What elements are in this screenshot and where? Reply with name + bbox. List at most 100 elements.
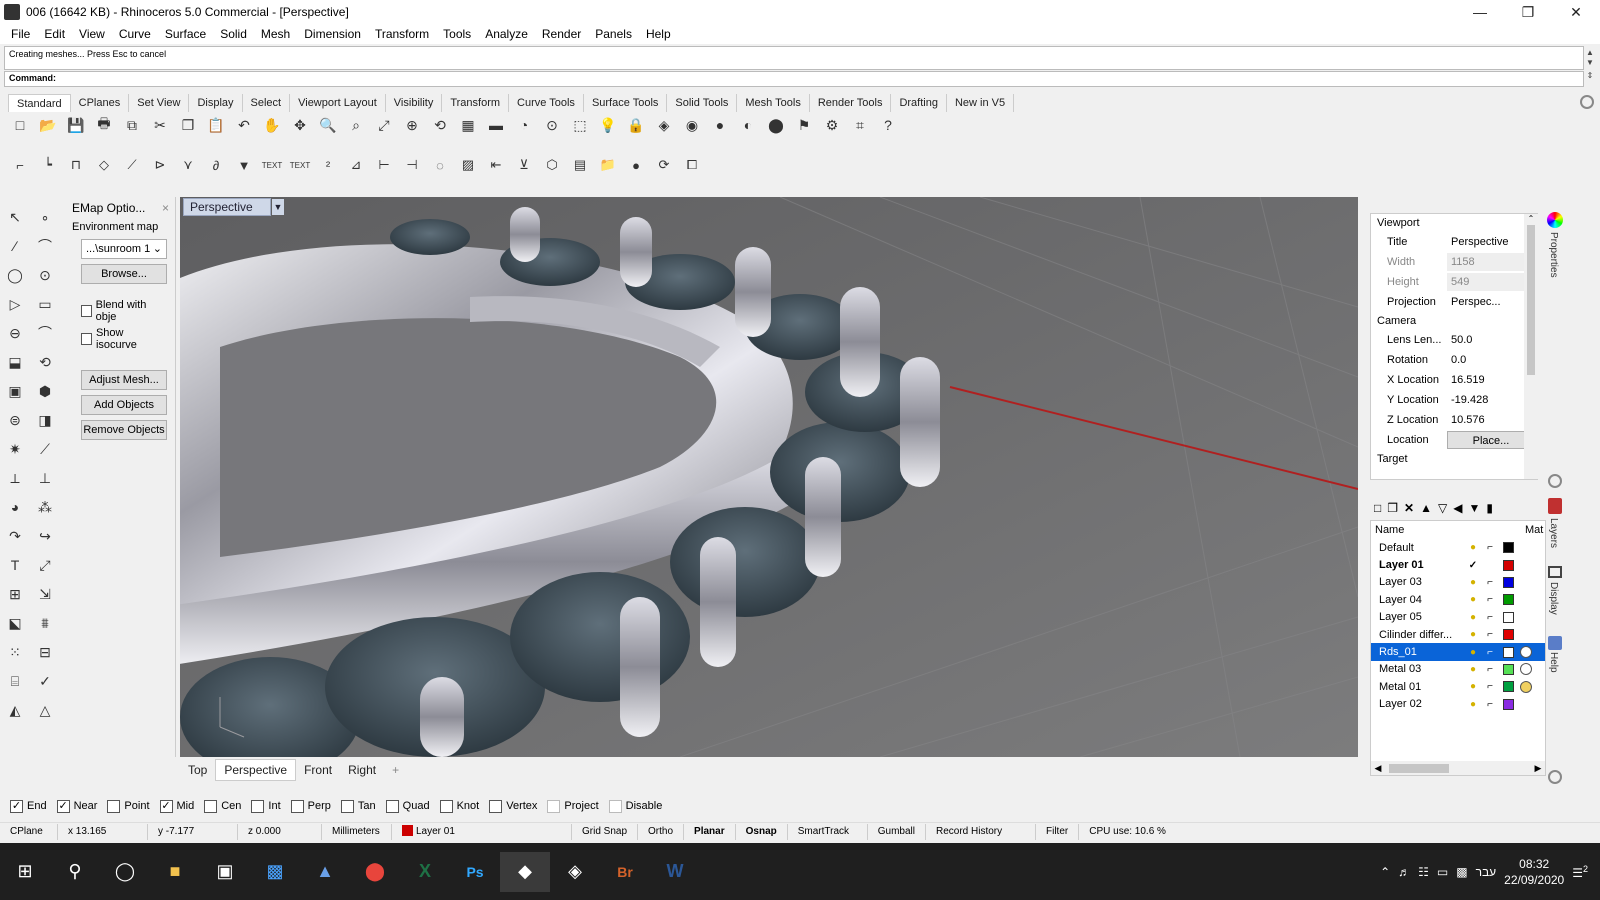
delete-layer-icon[interactable]: ✕ [1404,501,1414,515]
print-icon[interactable]: 🖶 [92,113,116,137]
toolbar-options-gear-icon[interactable] [1580,95,1594,109]
osnap-checkbox[interactable] [290,799,304,813]
osnap-project[interactable]: Project [547,799,599,813]
unlock-icon[interactable]: ⌐ [1483,612,1497,623]
env-map-select[interactable]: ...\sunroom 1 ⌄ [81,239,167,259]
app-icon[interactable]: ▲ [300,852,350,892]
layer-name-header[interactable]: Name [1375,524,1525,536]
left-tool-17-icon[interactable]: ⟋ [32,437,58,461]
word-icon[interactable]: W [650,852,700,892]
osnap-checkbox[interactable] [204,799,218,813]
annotation-tool-18-icon[interactable]: ⊻ [512,153,536,177]
viewport-menu-arrow-icon[interactable]: ▼ [272,199,284,215]
undo-icon[interactable]: ↶ [232,113,256,137]
command-input[interactable]: Command: [4,71,1584,87]
select-icon[interactable]: ⬚ [568,113,592,137]
layer-color-swatch[interactable] [1503,629,1514,641]
scroll-up-icon[interactable]: ⌃ [1524,214,1538,223]
annotation-tool-2-icon[interactable]: ⊓ [64,153,88,177]
layers-tab-icon[interactable] [1548,498,1562,514]
chrome-icon[interactable]: ⬤ [350,852,400,892]
annotation-tool-19-icon[interactable]: ⬡ [540,153,564,177]
lightbulb-icon[interactable]: ● [1467,681,1479,692]
menu-file[interactable]: File [4,24,37,44]
left-tool-33-icon[interactable]: ✓ [32,669,58,693]
left-tool-15-icon[interactable]: ◨ [32,408,58,432]
annotation-tool-17-icon[interactable]: ⇤ [484,153,508,177]
annotation-tool-6-icon[interactable]: ⋎ [176,153,200,177]
annotation-tool-20-icon[interactable]: ▤ [568,153,592,177]
tab-standard[interactable]: Standard [8,94,71,112]
layers-side-tab[interactable]: Layers [1548,518,1559,548]
unlock-icon[interactable]: ⌐ [1483,647,1497,658]
move-parent-icon[interactable]: ◀ [1453,501,1462,515]
paste-icon[interactable]: 📋 [204,113,228,137]
annotation-tool-23-icon[interactable]: ⟳ [652,153,676,177]
menu-panels[interactable]: Panels [588,24,639,44]
perspective-viewport[interactable] [180,197,1358,757]
menu-edit[interactable]: Edit [37,24,72,44]
tab-mesh-tools[interactable]: Mesh Tools [737,94,810,112]
battery-icon[interactable]: ▭ [1437,865,1448,879]
layer-name[interactable]: Layer 04 [1371,594,1467,606]
tab-display[interactable]: Display [189,94,243,112]
viewport-tab-perspective[interactable]: Perspective [215,759,297,781]
layer-name[interactable]: Default [1371,542,1467,554]
layer-row[interactable]: Layer 04 ● ⌐ [1371,591,1545,608]
photoshop-icon[interactable]: Ps [450,852,500,892]
open-file-icon[interactable]: 📂 [36,113,60,137]
minimize-button[interactable]: — [1456,0,1504,24]
osnap-checkbox[interactable] [385,799,399,813]
emap-close-icon[interactable]: × [162,201,169,215]
annotation-tool-10-icon[interactable]: TEXT [288,153,312,177]
layer-row[interactable]: Layer 02 ● ⌐ [1371,696,1545,713]
lock-icon[interactable]: 🔒 [624,113,648,137]
copy-icon[interactable]: ❐ [176,113,200,137]
annotation-tool-1-icon[interactable]: ┕ [36,153,60,177]
viewport-tab-top[interactable]: Top [180,760,215,780]
viewport-tab-front[interactable]: Front [296,760,340,780]
osnap-checkbox[interactable]: ✓ [10,799,23,813]
display-icon[interactable]: ▩ [1456,865,1467,879]
left-tool-24-icon[interactable]: T [2,553,28,577]
left-tool-35-icon[interactable]: △ [32,698,58,722]
display-tab-icon[interactable] [1548,566,1562,578]
annotation-tool-13-icon[interactable]: ⊢ [372,153,396,177]
osnap-knot[interactable]: Knot [439,799,479,813]
notification-icon[interactable]: ☰2 [1572,864,1588,880]
network-icon[interactable]: ☷ [1418,865,1429,879]
osnap-checkbox[interactable] [251,799,265,813]
store-icon[interactable]: ▣ [200,852,250,892]
osnap-near[interactable]: ✓ Near [56,799,97,813]
left-tool-19-icon[interactable]: ⊥ [32,466,58,490]
layer-name[interactable]: Metal 01 [1371,681,1467,693]
move-up-icon[interactable]: ▲ [1420,501,1432,515]
properties-scrollbar[interactable]: ⌃ [1524,214,1538,479]
osnap-checkbox[interactable] [547,799,561,813]
rotate-view-icon[interactable]: ⟲ [428,113,452,137]
new-layer-icon[interactable]: □ [1374,501,1381,515]
layer-color-swatch[interactable] [1503,542,1514,554]
gear-options-icon[interactable]: ⚙ [820,113,844,137]
language-indicator[interactable]: עבר [1476,865,1497,879]
annotation-tool-9-icon[interactable]: TEXT [260,153,284,177]
add-viewport-tab-button[interactable]: + [384,760,407,780]
cut-icon[interactable]: ✂ [148,113,172,137]
material-icon[interactable]: ◈ [652,113,676,137]
layer-color-swatch[interactable] [1503,681,1514,693]
cplane-status[interactable]: CPlane [0,823,58,840]
unlock-icon[interactable]: ⌐ [1483,577,1497,588]
tray-expand-icon[interactable]: ⌃ [1380,865,1390,879]
lightbulb-icon[interactable]: ● [1467,577,1479,588]
left-tool-21-icon[interactable]: ⁂ [32,495,58,519]
left-tool-25-icon[interactable]: ⤢ [32,553,58,577]
layer-row[interactable]: Metal 01 ● ⌐ [1371,678,1545,695]
grid-snap-toggle[interactable]: Grid Snap [572,823,639,840]
left-tool-4-icon[interactable]: ◯ [2,263,28,287]
menu-tools[interactable]: Tools [436,24,478,44]
left-tool-13-icon[interactable]: ⬢ [32,379,58,403]
osnap-checkbox[interactable] [439,799,453,813]
tab-drafting[interactable]: Drafting [891,94,947,112]
scroll-right-icon[interactable]: ▶ [1531,763,1545,774]
scroll-left-icon[interactable]: ◀ [1371,763,1385,774]
